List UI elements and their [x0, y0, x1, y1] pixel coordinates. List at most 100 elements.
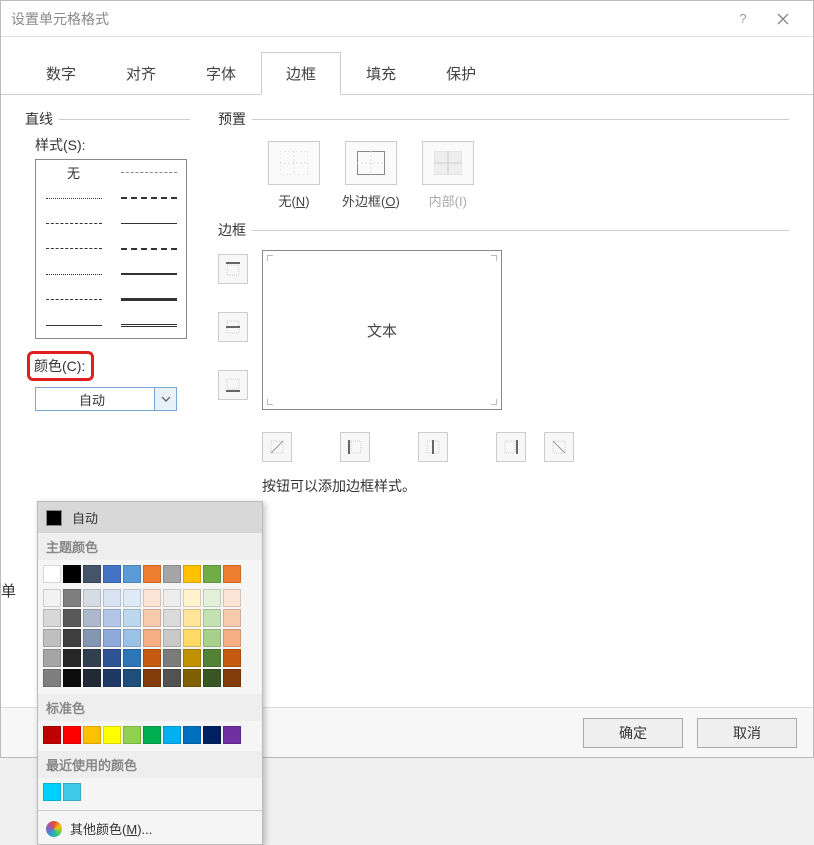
- color-swatch[interactable]: [203, 669, 221, 687]
- color-swatch[interactable]: [163, 609, 181, 627]
- ok-button[interactable]: 确定: [583, 718, 683, 748]
- color-swatch[interactable]: [223, 629, 241, 647]
- color-swatch[interactable]: [83, 726, 101, 744]
- color-swatch[interactable]: [183, 589, 201, 607]
- color-swatch[interactable]: [163, 649, 181, 667]
- line-style-thick[interactable]: [111, 287, 186, 312]
- color-swatch[interactable]: [163, 669, 181, 687]
- line-style-hair[interactable]: [111, 160, 186, 185]
- border-left-button[interactable]: [340, 432, 370, 462]
- color-swatch[interactable]: [123, 565, 141, 583]
- line-style-none[interactable]: 无: [36, 160, 111, 185]
- color-swatch[interactable]: [183, 649, 201, 667]
- more-colors-option[interactable]: 其他颜色(M)...: [38, 813, 262, 844]
- color-swatch[interactable]: [103, 649, 121, 667]
- border-hmid-button[interactable]: [218, 312, 248, 342]
- color-swatch[interactable]: [83, 565, 101, 583]
- line-style-medium[interactable]: [111, 262, 186, 287]
- preset-inside-button[interactable]: [422, 141, 474, 185]
- color-swatch[interactable]: [183, 726, 201, 744]
- color-swatch[interactable]: [43, 609, 61, 627]
- preset-none-button[interactable]: [268, 141, 320, 185]
- tab-4[interactable]: 填充: [341, 52, 421, 95]
- line-style-slant[interactable]: [36, 313, 111, 338]
- color-dropdown-button[interactable]: [154, 388, 176, 410]
- color-swatch[interactable]: [123, 629, 141, 647]
- color-swatch[interactable]: [163, 726, 181, 744]
- color-swatch[interactable]: [103, 629, 121, 647]
- border-top-button[interactable]: [218, 254, 248, 284]
- color-auto-option[interactable]: 自动: [38, 502, 262, 533]
- color-swatch[interactable]: [103, 669, 121, 687]
- line-style-dash-dot[interactable]: [36, 236, 111, 261]
- tab-5[interactable]: 保护: [421, 52, 501, 95]
- line-style-dotted[interactable]: [36, 185, 111, 210]
- color-swatch[interactable]: [203, 726, 221, 744]
- help-button[interactable]: ?: [723, 1, 763, 37]
- color-swatch[interactable]: [43, 565, 61, 583]
- color-swatch[interactable]: [83, 589, 101, 607]
- color-swatch[interactable]: [143, 649, 161, 667]
- border-vmid-button[interactable]: [418, 432, 448, 462]
- color-swatch[interactable]: [83, 669, 101, 687]
- color-swatch[interactable]: [203, 609, 221, 627]
- cancel-button[interactable]: 取消: [697, 718, 797, 748]
- color-swatch[interactable]: [143, 565, 161, 583]
- color-swatch[interactable]: [63, 589, 81, 607]
- color-swatch[interactable]: [163, 565, 181, 583]
- color-swatch[interactable]: [143, 589, 161, 607]
- color-swatch[interactable]: [223, 669, 241, 687]
- color-swatch[interactable]: [43, 589, 61, 607]
- color-swatch[interactable]: [43, 629, 61, 647]
- tab-1[interactable]: 对齐: [101, 52, 181, 95]
- color-swatch[interactable]: [143, 629, 161, 647]
- color-dropdown[interactable]: 自动: [35, 387, 177, 411]
- color-swatch[interactable]: [183, 565, 201, 583]
- color-swatch[interactable]: [83, 609, 101, 627]
- color-swatch[interactable]: [223, 649, 241, 667]
- color-swatch[interactable]: [223, 609, 241, 627]
- color-swatch[interactable]: [63, 609, 81, 627]
- color-swatch[interactable]: [63, 669, 81, 687]
- color-swatch[interactable]: [223, 565, 241, 583]
- color-swatch[interactable]: [183, 669, 201, 687]
- color-swatch[interactable]: [83, 629, 101, 647]
- preset-outline-button[interactable]: [345, 141, 397, 185]
- color-swatch[interactable]: [163, 589, 181, 607]
- color-swatch[interactable]: [83, 649, 101, 667]
- color-swatch[interactable]: [143, 726, 161, 744]
- border-diag-down-button[interactable]: [544, 432, 574, 462]
- line-style-medium-dash[interactable]: [111, 236, 186, 261]
- color-swatch[interactable]: [183, 609, 201, 627]
- color-swatch[interactable]: [203, 565, 221, 583]
- color-swatch[interactable]: [123, 649, 141, 667]
- close-button[interactable]: [763, 1, 803, 37]
- border-bottom-button[interactable]: [218, 370, 248, 400]
- line-style-dashed[interactable]: [36, 211, 111, 236]
- color-swatch[interactable]: [163, 629, 181, 647]
- color-swatch[interactable]: [223, 726, 241, 744]
- color-swatch[interactable]: [63, 629, 81, 647]
- color-swatch[interactable]: [63, 726, 81, 744]
- color-swatch[interactable]: [63, 649, 81, 667]
- color-swatch[interactable]: [143, 669, 161, 687]
- color-swatch[interactable]: [43, 649, 61, 667]
- color-swatch[interactable]: [223, 589, 241, 607]
- color-swatch[interactable]: [203, 649, 221, 667]
- color-swatch[interactable]: [43, 726, 61, 744]
- border-preview[interactable]: 文本: [262, 250, 502, 410]
- color-swatch[interactable]: [103, 726, 121, 744]
- line-style-medium-dash-dot-dot[interactable]: [111, 185, 186, 210]
- color-swatch[interactable]: [123, 726, 141, 744]
- line-style-thin[interactable]: [111, 211, 186, 236]
- line-style-double[interactable]: [111, 313, 186, 338]
- color-swatch[interactable]: [103, 609, 121, 627]
- color-swatch[interactable]: [103, 565, 121, 583]
- color-swatch[interactable]: [63, 783, 81, 801]
- color-swatch[interactable]: [43, 669, 61, 687]
- color-swatch[interactable]: [203, 589, 221, 607]
- line-style-dash-dot-dot[interactable]: [36, 262, 111, 287]
- tab-2[interactable]: 字体: [181, 52, 261, 95]
- tab-0[interactable]: 数字: [21, 52, 101, 95]
- color-swatch[interactable]: [123, 669, 141, 687]
